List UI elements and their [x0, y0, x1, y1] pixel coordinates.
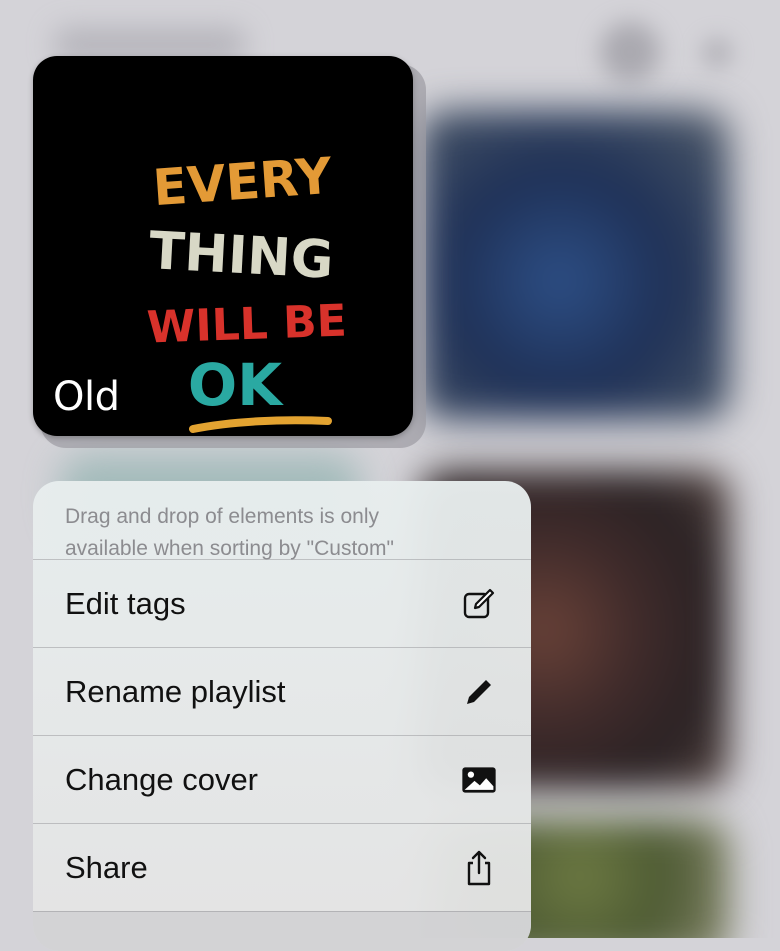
context-menu: Drag and drop of elements is only availa… [33, 481, 531, 951]
pencil-icon [461, 674, 497, 710]
share-icon [461, 850, 497, 886]
menu-item-label: Change cover [65, 761, 259, 797]
art-word-thing: THING [148, 221, 335, 291]
photo-icon [461, 762, 497, 798]
cover-title: Old [53, 374, 120, 420]
art-word-every: EVERY [151, 151, 334, 217]
menu-hint-line: Drag and drop of elements is only [65, 505, 380, 528]
menu-item-change-cover[interactable]: Change cover [33, 735, 531, 823]
menu-item-label: Share [65, 849, 148, 885]
menu-item-edit-tags[interactable]: Edit tags [33, 559, 531, 647]
blurred-playlist-card [420, 110, 730, 420]
menu-item-label: Rename playlist [65, 673, 286, 709]
art-underline [189, 416, 332, 433]
art-word-ok: OK [188, 351, 284, 419]
edit-tags-icon [461, 586, 497, 622]
menu-item-share[interactable]: Share [33, 823, 531, 911]
menu-item-rename-playlist[interactable]: Rename playlist [33, 647, 531, 735]
menu-item-label: Edit tags [65, 585, 186, 621]
menu-more-items [33, 911, 531, 951]
blurred-button [700, 36, 734, 70]
blurred-button [600, 22, 660, 82]
cover-artwork: EVERY THING WILL BE OK [146, 151, 348, 433]
playlist-cover[interactable]: EVERY THING WILL BE OK Old [33, 56, 413, 436]
menu-hint: Drag and drop of elements is only availa… [33, 481, 531, 560]
art-word-willbe: WILL BE [146, 296, 348, 354]
